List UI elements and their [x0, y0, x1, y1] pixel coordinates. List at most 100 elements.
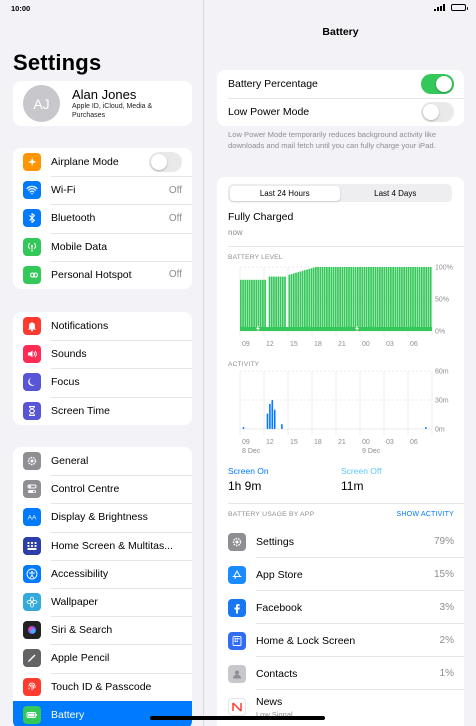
battery-level-x-tick: 18: [314, 341, 322, 348]
battery-level-x-tick: 12: [266, 341, 274, 348]
activity-x-tick: 21: [338, 439, 346, 446]
sidebar-item-siri-search[interactable]: Siri & Search: [13, 616, 192, 644]
app-row-app-store[interactable]: App Store 15%: [228, 558, 464, 591]
activity-x-tick: 09: [242, 439, 250, 446]
sidebar-item-home-screen-multitas[interactable]: Home Screen & Multitas...: [13, 531, 192, 560]
connectivity-group: Airplane Mode Wi-Fi Off Bluetooth Off Mobile …: [13, 148, 192, 289]
sidebar-item-general[interactable]: General: [13, 447, 192, 475]
battery-level-bar: [323, 267, 326, 331]
app-row-contacts[interactable]: Contacts 1%: [228, 657, 464, 690]
battery-level-bar: [304, 270, 306, 331]
battery-level-bar: [392, 267, 394, 331]
activity-bar: [281, 424, 283, 429]
home-indicator[interactable]: [150, 716, 325, 720]
app-row-home-lock-screen[interactable]: Home & Lock Screen 2%: [228, 624, 464, 657]
battery-level-bar: [277, 276, 280, 331]
sidebar-item-display-brightness[interactable]: AA Display & Brightness: [13, 503, 192, 531]
activity-bar: [242, 427, 245, 429]
news-icon: [228, 697, 246, 716]
battery-level-bar: [330, 267, 333, 331]
sidebar-item-value: Off: [168, 212, 182, 224]
wifi-icon: [23, 181, 41, 200]
tab-last-4-days[interactable]: Last 4 Days: [340, 186, 451, 201]
sidebar-item-notifications[interactable]: Notifications: [13, 312, 192, 340]
activity-y-tick: 0m: [435, 427, 445, 434]
activity-bar: [271, 400, 274, 429]
battery-level-bar: [343, 267, 346, 331]
battery-level-label: BATTERY LEVEL: [228, 254, 283, 261]
sidebar-item-focus[interactable]: Focus: [13, 368, 192, 396]
battery-level-bar: [295, 272, 297, 331]
battery-icon: [23, 705, 41, 724]
activity-bar: [273, 409, 276, 429]
battery-level-bar: [398, 267, 401, 331]
app-row-facebook[interactable]: Facebook 3%: [228, 591, 464, 624]
low-power-toggle[interactable]: [421, 102, 454, 122]
speaker-icon: [23, 345, 41, 364]
battery-level-bar: [315, 267, 317, 331]
sidebar-item-wi-fi[interactable]: Wi-Fi Off: [13, 176, 192, 204]
battery-level-bar: [425, 267, 428, 331]
sidebar-item-airplane-mode[interactable]: Airplane Mode: [13, 148, 192, 176]
sidebar-item-sounds[interactable]: Sounds: [13, 340, 192, 368]
home-lock-icon: [228, 631, 246, 650]
battery-level-bar: [345, 267, 348, 331]
battery-level-bar: [370, 267, 372, 331]
sidebar-item-touch-id-passcode[interactable]: Touch ID & Passcode: [13, 672, 192, 701]
battery-level-bar: [306, 269, 308, 331]
battery-level-bar: [334, 267, 337, 331]
activity-y-tick: 30m: [435, 398, 449, 405]
battery-level-bar: [427, 267, 430, 331]
charge-status: Fully Charged: [228, 211, 294, 223]
screen-off-value: 11m: [341, 479, 364, 493]
status-battery-icon: [451, 4, 468, 11]
app-name: News: [256, 695, 283, 708]
contacts-icon: [228, 664, 246, 683]
sidebar-item-battery[interactable]: Battery: [13, 700, 192, 726]
avatar: AJ: [23, 85, 60, 122]
show-activity-button[interactable]: SHOW ACTIVITY: [397, 511, 454, 518]
general-group: General Control Centre AA Display & Brightn…: [13, 447, 192, 726]
sidebar-title: Settings: [13, 50, 102, 75]
svg-text:AA: AA: [28, 515, 37, 522]
activity-x-tick: 06: [410, 439, 418, 446]
sidebar-item-label: Focus: [51, 376, 80, 389]
battery-level-x-tick: 09: [242, 341, 250, 348]
airplane-icon: [23, 153, 41, 172]
battery-level-bar: [407, 267, 410, 331]
sidebar-item-screen-time[interactable]: Screen Time: [13, 396, 192, 425]
apple-id-profile[interactable]: AJ Alan Jones Apple ID, iCloud, Media & …: [13, 81, 192, 126]
notifications-group: Notifications Sounds Focus Screen Time: [13, 312, 192, 425]
battery-level-bar: [368, 267, 370, 331]
tab-last-24-hours[interactable]: Last 24 Hours: [229, 185, 340, 201]
sidebar-item-wallpaper[interactable]: Wallpaper: [13, 587, 192, 616]
battery-level-bar: [273, 276, 275, 331]
sidebar-item-apple-pencil[interactable]: Apple Pencil: [13, 644, 192, 672]
app-row-settings[interactable]: Settings 79%: [228, 525, 464, 558]
sidebar-item-personal-hotspot[interactable]: Personal Hotspot Off: [13, 260, 192, 289]
moon-icon: [23, 373, 41, 392]
battery-level-bar: [374, 267, 377, 331]
battery-level-bar: [379, 267, 381, 331]
app-name: Facebook: [256, 601, 303, 614]
battery-level-bar: [310, 268, 313, 331]
charge-time: now: [228, 228, 243, 237]
battery-level-y-tick: 50%: [435, 297, 449, 304]
battery-level-bar: [394, 267, 397, 331]
battery-percentage-toggle[interactable]: [421, 74, 454, 94]
battery-level-bar: [359, 267, 361, 331]
sidebar-item-bluetooth[interactable]: Bluetooth Off: [13, 204, 192, 232]
sidebar-item-accessibility[interactable]: Accessibility: [13, 559, 192, 588]
battery-level-bar: [420, 267, 423, 331]
sidebar-item-value: Off: [168, 269, 182, 281]
activity-chart: 60m 30m 0m 09 12 15 18 21 00 03 06 8 Dec 9 Dec: [239, 369, 449, 455]
battery-level-x-tick: 06: [410, 341, 418, 348]
facebook-icon: [228, 598, 246, 617]
airplane-mode-toggle[interactable]: [149, 152, 182, 173]
activity-x-tick: 00: [362, 439, 370, 446]
battery-level-bar: [270, 276, 273, 331]
switches-icon: [23, 480, 41, 499]
sidebar-item-control-centre[interactable]: Control Centre: [13, 475, 192, 503]
sidebar-item-mobile-data[interactable]: Mobile Data: [13, 232, 192, 261]
battery-level-bar: [376, 267, 379, 331]
